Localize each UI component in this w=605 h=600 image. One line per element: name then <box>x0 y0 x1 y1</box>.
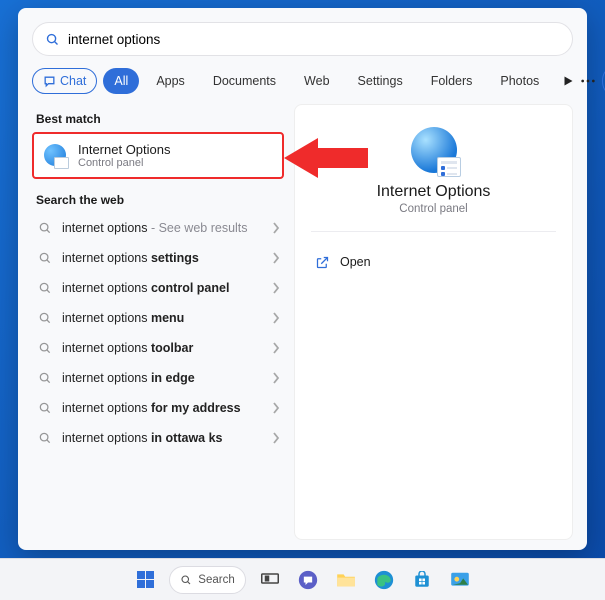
suggestion-text: internet options in ottawa ks <box>62 431 278 445</box>
file-explorer-icon[interactable] <box>332 566 360 594</box>
taskbar: Search <box>0 558 605 600</box>
chevron-right-icon <box>272 222 280 234</box>
tab-settings[interactable]: Settings <box>347 68 414 94</box>
open-action[interactable]: Open <box>311 248 556 276</box>
tab-photos-label: Photos <box>500 74 539 88</box>
tab-folders-label: Folders <box>431 74 473 88</box>
chevron-right-icon <box>272 282 280 294</box>
preview-subtitle: Control panel <box>311 203 556 215</box>
search-icon <box>38 341 52 355</box>
filter-row: Chat All Apps Documents Web Settings Fol… <box>32 68 573 94</box>
best-match-title: Internet Options <box>78 142 171 157</box>
search-icon <box>38 371 52 385</box>
search-icon <box>38 221 52 235</box>
chevron-right-icon <box>272 402 280 414</box>
tab-chat[interactable]: Chat <box>32 68 97 94</box>
preview-pane: Internet Options Control panel Open <box>294 104 573 540</box>
tab-documents-label: Documents <box>213 74 276 88</box>
search-icon <box>38 251 52 265</box>
suggestion-text: internet options control panel <box>62 281 278 295</box>
search-flyout: Chat All Apps Documents Web Settings Fol… <box>18 8 587 550</box>
search-icon <box>38 311 52 325</box>
taskbar-search[interactable]: Search <box>169 566 245 594</box>
search-input[interactable] <box>68 32 560 47</box>
suggestion-text: internet options in edge <box>62 371 278 385</box>
web-suggestion[interactable]: internet options control panel <box>32 273 284 303</box>
tab-all[interactable]: All <box>103 68 139 94</box>
web-suggestion[interactable]: internet options in edge <box>32 363 284 393</box>
web-suggestion[interactable]: internet options - See web results <box>32 213 284 243</box>
suggestion-text: internet options settings <box>62 251 278 265</box>
tab-folders[interactable]: Folders <box>420 68 484 94</box>
open-link-icon <box>315 255 330 270</box>
more-options-icon[interactable] <box>580 68 596 94</box>
web-suggestions: internet options - See web results intern… <box>32 213 284 453</box>
tab-web[interactable]: Web <box>293 68 340 94</box>
preview-title: Internet Options <box>311 183 556 201</box>
search-web-heading: Search the web <box>36 193 280 207</box>
edge-icon[interactable] <box>370 566 398 594</box>
tab-chat-label: Chat <box>60 74 86 88</box>
task-view-icon[interactable] <box>256 566 284 594</box>
tab-photos[interactable]: Photos <box>489 68 550 94</box>
search-icon <box>180 574 192 586</box>
web-suggestion[interactable]: internet options toolbar <box>32 333 284 363</box>
play-history-icon[interactable] <box>562 68 574 94</box>
tab-settings-label: Settings <box>358 74 403 88</box>
best-match-item[interactable]: Internet Options Control panel <box>32 132 284 179</box>
best-match-heading: Best match <box>36 112 280 126</box>
start-button[interactable] <box>131 566 159 594</box>
tab-all-label: All <box>114 74 128 88</box>
preview-icon <box>411 127 457 173</box>
chevron-right-icon <box>272 252 280 264</box>
open-label: Open <box>340 255 371 269</box>
web-suggestion[interactable]: internet options menu <box>32 303 284 333</box>
pinned-app-icon[interactable] <box>446 566 474 594</box>
search-icon <box>38 281 52 295</box>
chevron-right-icon <box>272 312 280 324</box>
internet-options-icon <box>44 144 68 168</box>
best-match-subtitle: Control panel <box>78 157 171 169</box>
search-icon <box>38 431 52 445</box>
suggestion-text: internet options - See web results <box>62 221 278 235</box>
search-box[interactable] <box>32 22 573 56</box>
chat-icon <box>43 75 56 88</box>
tab-documents[interactable]: Documents <box>202 68 287 94</box>
suggestion-text: internet options for my address <box>62 401 278 415</box>
tab-web-label: Web <box>304 74 329 88</box>
chevron-right-icon <box>272 432 280 444</box>
results-list: Best match Internet Options Control pane… <box>32 104 284 540</box>
tab-apps-label: Apps <box>156 74 185 88</box>
windows-icon <box>137 571 154 588</box>
chat-app-icon[interactable] <box>294 566 322 594</box>
suggestion-text: internet options menu <box>62 311 278 325</box>
store-icon[interactable] <box>408 566 436 594</box>
taskbar-search-label: Search <box>198 574 234 586</box>
search-icon <box>45 32 60 47</box>
suggestion-text: internet options toolbar <box>62 341 278 355</box>
chevron-right-icon <box>272 372 280 384</box>
tab-apps[interactable]: Apps <box>145 68 196 94</box>
divider <box>311 231 556 232</box>
web-suggestion[interactable]: internet options settings <box>32 243 284 273</box>
search-icon <box>38 401 52 415</box>
web-suggestion[interactable]: internet options in ottawa ks <box>32 423 284 453</box>
web-suggestion[interactable]: internet options for my address <box>32 393 284 423</box>
chevron-right-icon <box>272 342 280 354</box>
